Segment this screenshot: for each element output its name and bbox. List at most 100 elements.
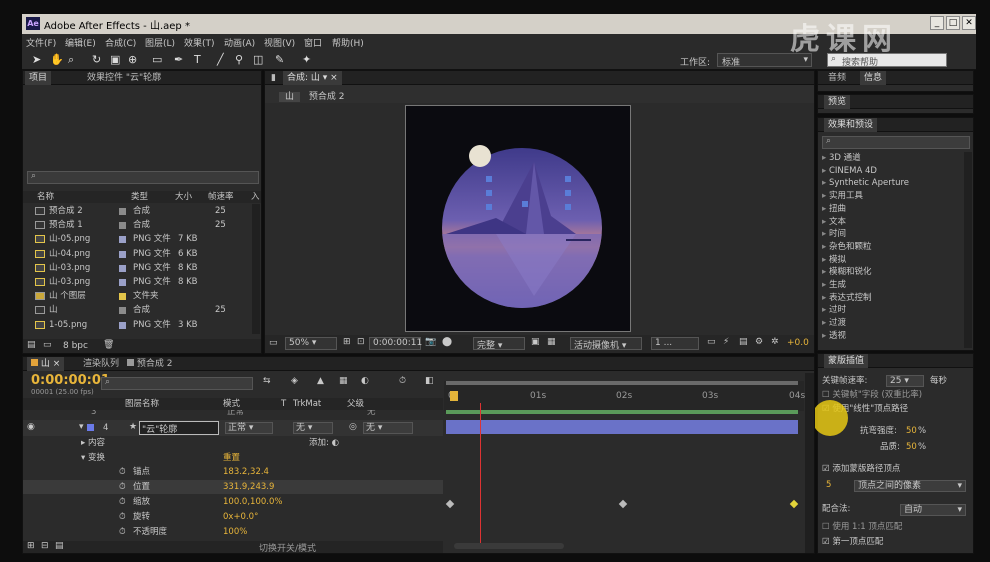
time-ruler[interactable]: 0s 01s 02s 03s 04s <box>444 381 805 411</box>
maximize-button[interactable]: □ <box>946 16 960 30</box>
vertex-mode-dropdown[interactable]: 顶点之间的像素 ▾ <box>854 480 966 492</box>
stopwatch-icon[interactable]: ⏱ <box>119 495 126 509</box>
effects-category[interactable]: ▸ 过渡 <box>822 317 846 329</box>
effects-search-input[interactable]: ⌕ <box>822 136 970 149</box>
quality-dropdown[interactable]: 完整 ▾ <box>473 337 525 351</box>
mask-visibility-icon[interactable]: ⊡ <box>357 337 365 347</box>
tab-effects-presets[interactable]: 效果和预设 <box>824 118 878 132</box>
hand-tool-icon[interactable]: ✋ <box>50 53 64 66</box>
parent-dropdown[interactable]: 无 ▾ <box>363 422 413 434</box>
snapshot-icon[interactable]: 📷 <box>425 337 436 347</box>
first-vertex-checkbox[interactable]: ☑ 第一顶点匹配 <box>822 535 883 549</box>
label-color-swatch[interactable] <box>119 293 126 301</box>
toggle-pixel-aspect-icon[interactable]: ▭ <box>707 337 716 347</box>
transform-property[interactable]: ⏱ 不透明度 100% <box>23 525 443 539</box>
tab-project[interactable]: 项目 <box>25 71 52 85</box>
menu-effect[interactable]: 效果(T) <box>184 36 215 49</box>
eye-icon[interactable]: ◉ <box>27 422 35 432</box>
effects-category[interactable]: ▸ CINEMA 4D <box>822 165 877 177</box>
use-11-vertex-checkbox[interactable]: ☐ 使用 1:1 顶点匹配 <box>822 520 902 534</box>
toggle-modes-icon[interactable]: ⊟ <box>41 541 49 551</box>
puppet-tool-icon[interactable]: ✦ <box>302 53 311 66</box>
col-trkmat[interactable]: TrkMat <box>293 397 321 411</box>
timeline-search-input[interactable]: ⌕ <box>101 377 253 390</box>
tab-timeline-precomp2[interactable]: 预合成 2 <box>123 357 176 371</box>
frame-blending-icon[interactable]: ▦ <box>339 376 348 386</box>
keyframe-rate-dropdown[interactable]: 25 ▾ <box>886 375 924 387</box>
col-type[interactable]: 类型 <box>131 190 148 204</box>
project-item[interactable]: 1-05.png PNG 文件 3 KB <box>23 318 251 332</box>
menu-animation[interactable]: 动画(A) <box>224 36 255 49</box>
project-item[interactable]: 预合成 1 合成 25 <box>23 218 251 232</box>
property-value[interactable]: 0x+0.0° <box>223 510 258 524</box>
fast-preview-icon[interactable]: ⚡ <box>723 337 729 347</box>
reset-link[interactable]: 重置 <box>223 451 240 465</box>
project-search-input[interactable]: ⌕ <box>27 171 259 184</box>
brush-tool-icon[interactable]: ╱ <box>217 53 224 66</box>
viewer-area[interactable] <box>265 103 814 335</box>
playhead-handle[interactable] <box>450 391 458 401</box>
region-of-interest-icon[interactable]: ▣ <box>531 337 540 347</box>
project-item[interactable]: 山 个图层 文件夹 <box>23 289 251 303</box>
draft-3d-icon[interactable]: ◈ <box>291 376 298 386</box>
reset-exposure-icon[interactable]: ✲ <box>771 337 779 347</box>
tab-render-queue[interactable]: 渲染队列 <box>79 357 123 371</box>
layer-bar-3[interactable] <box>446 410 798 414</box>
eraser-tool-icon[interactable]: ◫ <box>253 53 263 66</box>
zoom-dropdown[interactable]: 50% ▾ <box>285 337 337 350</box>
zoom-slider[interactable] <box>454 543 564 549</box>
transform-property[interactable]: ⏱ 锚点 183.2,32.4 <box>23 465 443 479</box>
close-button[interactable]: ✕ <box>962 16 976 30</box>
menu-window[interactable]: 窗口 <box>304 36 322 49</box>
effects-category[interactable]: ▸ 模拟 <box>822 254 846 266</box>
effects-category[interactable]: ▸ 过时 <box>822 304 846 316</box>
col-mode[interactable]: 模式 <box>223 397 240 411</box>
breadcrumb-item-precomp2[interactable]: 预合成 2 <box>303 92 351 102</box>
timeline-timecode[interactable]: 0:00:00:01 <box>31 373 110 388</box>
roto-tool-icon[interactable]: ✎ <box>275 53 284 66</box>
transform-group[interactable]: ▾ 变换 <box>81 451 105 465</box>
always-preview-icon[interactable]: ▭ <box>269 338 278 348</box>
current-time-field[interactable]: 0:00:00:11 <box>369 337 422 350</box>
effects-category[interactable]: ▸ 生成 <box>822 279 846 291</box>
keyframe-mid[interactable] <box>618 499 628 509</box>
comp-mini-flowchart-icon[interactable]: ⇆ <box>263 376 271 386</box>
project-item[interactable]: 山-03.png PNG 文件 8 KB <box>23 261 251 275</box>
current-time-indicator[interactable] <box>480 403 481 543</box>
col-in[interactable]: 入 <box>251 190 260 204</box>
layer-row-3[interactable]: 3 正常 无 <box>23 410 443 418</box>
effects-category[interactable]: ▸ 表达式控制 <box>822 292 871 304</box>
transform-property[interactable]: ⏱ 位置 331.9,243.9 <box>23 480 443 494</box>
property-value[interactable]: 183.2,32.4 <box>223 465 269 479</box>
label-color-swatch[interactable] <box>119 222 126 230</box>
new-folder-icon[interactable]: ▭ <box>43 340 52 350</box>
rectangle-tool-icon[interactable]: ▭ <box>152 53 162 66</box>
effects-category[interactable]: ▸ 3D 通道 <box>822 152 861 164</box>
graph-editor-icon[interactable]: ◧ <box>425 376 434 386</box>
keyframe-end[interactable] <box>789 499 799 509</box>
project-item[interactable]: 山 合成 25 <box>23 303 251 317</box>
menu-view[interactable]: 视图(V) <box>264 36 295 49</box>
clone-tool-icon[interactable]: ⚲ <box>235 53 243 66</box>
label-color-swatch[interactable] <box>119 307 126 315</box>
contents-group[interactable]: ▸ 内容 <box>81 436 105 450</box>
tab-timeline-shan[interactable]: 山 × <box>27 357 65 371</box>
effects-category[interactable]: ▸ 杂色和颗粒 <box>822 241 871 253</box>
tab-audio[interactable]: 音频 <box>824 71 850 85</box>
project-item[interactable]: 预合成 2 合成 25 <box>23 204 251 218</box>
project-item[interactable]: 山-03.png PNG 文件 8 KB <box>23 275 251 289</box>
transform-property[interactable]: ⏱ 缩放 100.0,100.0% <box>23 495 443 509</box>
bpc-label[interactable]: 8 bpc <box>63 341 88 351</box>
layer-bar-4[interactable] <box>446 420 798 434</box>
effects-category[interactable]: ▸ 模糊和锐化 <box>822 266 871 278</box>
layer-color-label[interactable] <box>87 424 94 431</box>
col-size[interactable]: 大小 <box>175 190 192 204</box>
breadcrumb-item-shan[interactable]: 山 <box>279 92 301 102</box>
exposure-value[interactable]: +0.0 <box>787 338 809 348</box>
comp-canvas[interactable] <box>405 105 631 332</box>
col-layer-name[interactable]: 图层名称 <box>125 397 159 411</box>
lock-icon[interactable]: ▮ <box>267 71 280 85</box>
col-parent[interactable]: 父级 <box>347 397 364 411</box>
transform-property[interactable]: ⏱ 旋转 0x+0.0° <box>23 510 443 524</box>
views-dropdown[interactable]: 1 ... <box>651 337 699 350</box>
